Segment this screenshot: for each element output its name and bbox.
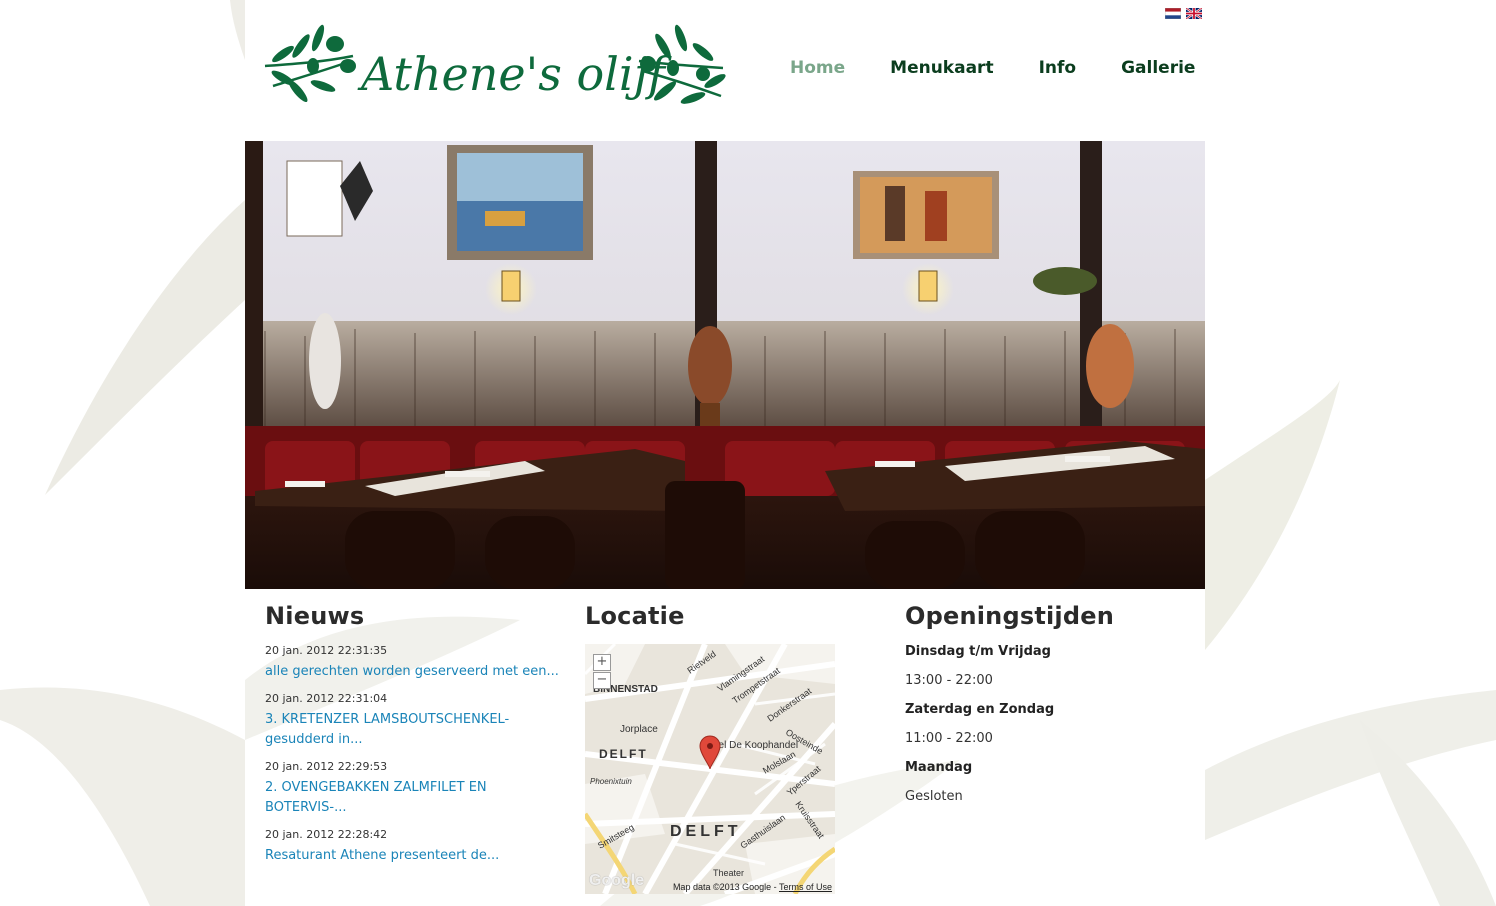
- flag-nl-icon[interactable]: [1165, 8, 1181, 19]
- page-container: Athene's olijf Home Menukaart Info Galle…: [245, 0, 1205, 906]
- news-item: 20 jan. 2012 22:31:35 alle gerechten wor…: [265, 644, 565, 682]
- zoom-out-button[interactable]: −: [593, 672, 611, 689]
- map[interactable]: BINNENSTAD DELFT DELFT Jorplace Hotel De…: [585, 644, 835, 894]
- news-link[interactable]: Resaturant Athene presenteert de...: [265, 846, 565, 866]
- nav-menukaart[interactable]: Menukaart: [890, 58, 993, 78]
- map-canvas[interactable]: BINNENSTAD DELFT DELFT Jorplace Hotel De…: [585, 644, 835, 894]
- map-label: DELFT: [670, 823, 742, 840]
- map-attribution-text: Map data ©2013 Google -: [672, 882, 777, 892]
- news-date: 20 jan. 2012 22:31:04: [265, 692, 388, 705]
- zoom-in-button[interactable]: +: [593, 654, 611, 671]
- hours-time: Gesloten: [905, 789, 963, 804]
- location-heading: Locatie: [585, 602, 685, 630]
- terms-link[interactable]: Terms of Use: [779, 882, 832, 892]
- hours-day: Maandag: [905, 760, 973, 775]
- language-switcher: [1165, 8, 1202, 19]
- news-date: 20 jan. 2012 22:28:42: [265, 828, 388, 841]
- nav-gallerie[interactable]: Gallerie: [1121, 58, 1195, 78]
- main-nav: Home Menukaart Info Gallerie: [790, 58, 1240, 78]
- nav-home[interactable]: Home: [790, 58, 845, 78]
- nav-info[interactable]: Info: [1039, 58, 1077, 78]
- news-date: 20 jan. 2012 22:31:35: [265, 644, 388, 657]
- map-label: Jorplace: [620, 724, 658, 735]
- news-section: Nieuws 20 jan. 2012 22:31:35 alle gerech…: [265, 602, 565, 876]
- map-label: DELFT: [599, 747, 648, 761]
- google-logo[interactable]: Google: [589, 872, 644, 890]
- news-link[interactable]: 3. KRETENZER LAMSBOUTSCHENKEL-gesudderd …: [265, 710, 565, 750]
- olive-branch-logo-icon: Athene's olijf: [264, 24, 726, 104]
- hours-day: Zaterdag en Zondag: [905, 702, 1055, 717]
- news-item: 20 jan. 2012 22:28:42 Resaturant Athene …: [265, 828, 565, 866]
- hours-section: Openingstijden Dinsdag t/m Vrijdag 13:00…: [905, 602, 1185, 818]
- hours-heading: Openingstijden: [905, 602, 1114, 630]
- news-link[interactable]: alle gerechten worden geserveerd met een…: [265, 662, 565, 682]
- hours-time: 13:00 - 22:00: [905, 673, 993, 688]
- hours-day: Dinsdag t/m Vrijdag: [905, 644, 1051, 659]
- map-attribution: Map data ©2013 Google - Terms of Use: [673, 882, 832, 892]
- map-label: Phoenixtuin: [590, 777, 632, 786]
- news-item: 20 jan. 2012 22:31:04 3. KRETENZER LAMSB…: [265, 692, 565, 750]
- map-label: Theater: [713, 868, 744, 878]
- flag-en-icon[interactable]: [1186, 8, 1202, 19]
- svg-text:Athene's olijf: Athene's olijf: [357, 47, 672, 101]
- location-section: Locatie BINNENSTAD DELFT DELFT Jorplace …: [585, 602, 845, 894]
- news-item: 20 jan. 2012 22:29:53 2. OVENGEBAKKEN ZA…: [265, 760, 565, 818]
- news-date: 20 jan. 2012 22:29:53: [265, 760, 388, 773]
- hero-image: [245, 141, 1205, 589]
- hours-time: 11:00 - 22:00: [905, 731, 993, 746]
- news-heading: Nieuws: [265, 602, 365, 630]
- news-link[interactable]: 2. OVENGEBAKKEN ZALMFILET EN BOTERVIS-..…: [265, 778, 565, 818]
- site-logo[interactable]: Athene's olijf: [263, 16, 727, 126]
